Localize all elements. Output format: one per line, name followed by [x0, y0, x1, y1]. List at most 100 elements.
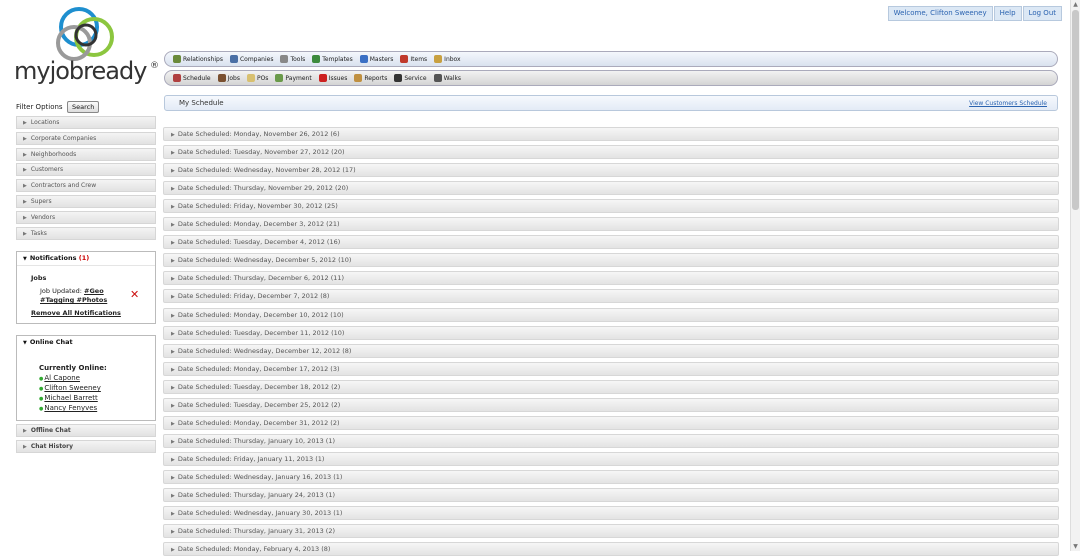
schedule-date-row[interactable]: ▶ Date Scheduled: Thursday, November 29, … [163, 181, 1059, 196]
schedule-date-label: Date Scheduled: Friday, November 30, 201… [177, 202, 338, 211]
online-user[interactable]: ●Michael Barrett [39, 394, 101, 404]
app-logo[interactable]: myjobready ® [14, 5, 164, 85]
dismiss-notification-icon[interactable]: ✕ [130, 288, 139, 301]
filter-item-corporate-companies[interactable]: ▶ Corporate Companies [16, 131, 156, 145]
schedule-date-row[interactable]: ▶ Date Scheduled: Tuesday, December 4, 20… [163, 235, 1059, 250]
schedule-date-row[interactable]: ▶ Date Scheduled: Friday, December 7, 201… [163, 289, 1059, 304]
schedule-date-row[interactable]: ▶ Date Scheduled: Monday, December 10, 20… [163, 307, 1059, 322]
schedule-date-row[interactable]: ▶ Date Scheduled: Wednesday, December 5, … [163, 253, 1059, 268]
notifications-header[interactable]: ▼ Notifications (1) [17, 252, 155, 266]
schedule-date-row[interactable]: ▶ Date Scheduled: Monday, December 3, 201… [163, 217, 1059, 232]
online-chat-header[interactable]: ▼ Online Chat [17, 336, 155, 349]
nav-pos[interactable]: POs [246, 74, 268, 82]
search-button[interactable]: Search [67, 101, 100, 113]
filter-item-vendors[interactable]: ▶ Vendors [16, 210, 156, 224]
schedule-date-label: Date Scheduled: Tuesday, November 27, 20… [177, 148, 345, 157]
expand-triangle-icon: ▶ [23, 151, 27, 158]
filter-item-contractors-and-crew[interactable]: ▶ Contractors and Crew [16, 179, 156, 193]
filter-item-tasks[interactable]: ▶ Tasks [16, 226, 156, 240]
my-schedule-header: My Schedule View Customers Schedule [164, 95, 1058, 111]
schedule-date-row[interactable]: ▶ Date Scheduled: Monday, December 17, 20… [163, 361, 1059, 376]
notification-item[interactable]: Job Updated: #Geo #Tagging #Photos [40, 287, 107, 305]
schedule-date-row[interactable]: ▶ Date Scheduled: Friday, November 30, 20… [163, 199, 1059, 214]
schedule-date-row[interactable]: ▶ Date Scheduled: Wednesday, January 30, … [163, 506, 1059, 521]
nav-relationships[interactable]: Relationships [173, 55, 223, 63]
notification-tags[interactable]: #Tagging #Photos [40, 296, 107, 304]
schedule-date-row[interactable]: ▶ Date Scheduled: Wednesday, January 16, … [163, 469, 1059, 484]
expand-triangle-icon: ▶ [171, 240, 175, 247]
schedule-date-row[interactable]: ▶ Date Scheduled: Tuesday, December 25, 2… [163, 397, 1059, 412]
schedule-date-row[interactable]: ▶ Date Scheduled: Wednesday, December 12,… [163, 343, 1059, 358]
schedule-date-label: Date Scheduled: Wednesday, November 28, … [177, 166, 356, 175]
schedule-date-row[interactable]: ▶ Date Scheduled: Friday, January 11, 201… [163, 451, 1059, 466]
schedule-date-label: Date Scheduled: Friday, December 7, 2012… [177, 292, 330, 301]
schedule-date-row[interactable]: ▶ Date Scheduled: Wednesday, November 28,… [163, 163, 1059, 178]
nav-walks[interactable]: Walks [433, 74, 461, 82]
notification-tag-geo[interactable]: #Geo [84, 287, 104, 295]
scroll-down-icon[interactable]: ▼ [1072, 543, 1079, 550]
filter-item-neighborhoods[interactable]: ▶ Neighborhoods [16, 147, 156, 161]
masters-icon [359, 55, 368, 63]
tools-icon [280, 55, 289, 63]
notifications-panel: ▼ Notifications (1) Jobs Job Updated: #Ge… [16, 251, 156, 324]
filter-item-customers[interactable]: ▶ Customers [16, 163, 156, 177]
nav-issues[interactable]: Issues [318, 74, 347, 82]
schedule-date-row[interactable]: ▶ Date Scheduled: Thursday, January 31, 2… [163, 524, 1059, 539]
filter-item-label: Locations [30, 119, 60, 126]
welcome-user[interactable]: Welcome, Clifton Sweeney [887, 6, 993, 21]
expand-triangle-icon: ▶ [171, 150, 175, 157]
schedule-date-row[interactable]: ▶ Date Scheduled: Monday, November 26, 20… [163, 127, 1059, 141]
nav-companies[interactable]: Companies [229, 55, 273, 63]
schedule-date-row[interactable]: ▶ Date Scheduled: Thursday, December 6, 2… [163, 271, 1059, 286]
online-user[interactable]: ●Clifton Sweeney [39, 384, 101, 394]
schedule-date-row[interactable]: ▶ Date Scheduled: Tuesday, December 11, 2… [163, 325, 1059, 340]
offline-chat-item[interactable]: ▶ Offline Chat [16, 424, 156, 437]
logout-link[interactable]: Log Out [1022, 6, 1062, 21]
online-user[interactable]: ●Nancy Fenyves [39, 404, 101, 414]
scroll-up-icon[interactable]: ▲ [1072, 1, 1079, 8]
expand-triangle-icon: ▶ [171, 384, 175, 391]
schedule-date-label: Date Scheduled: Thursday, December 6, 20… [177, 274, 345, 283]
filter-item-locations[interactable]: ▶ Locations [16, 116, 156, 129]
nav-items[interactable]: Items [400, 55, 427, 63]
expand-triangle-icon: ▶ [23, 167, 27, 174]
expand-triangle-icon: ▶ [171, 474, 175, 481]
nav-tools[interactable]: Tools [280, 55, 305, 63]
schedule-date-label: Date Scheduled: Tuesday, December 18, 20… [177, 382, 341, 391]
remove-all-notifications-link[interactable]: Remove All Notifications [31, 309, 121, 317]
online-chat-panel: ▼ Online Chat Currently Online: ●Al Capon… [16, 335, 156, 421]
nav-reports[interactable]: Reports [354, 74, 387, 82]
schedule-date-row[interactable]: ▶ Date Scheduled: Thursday, January 24, 2… [163, 488, 1059, 502]
expand-triangle-icon: ▶ [23, 199, 27, 205]
help-link[interactable]: Help [993, 6, 1022, 21]
scrollbar-thumb[interactable] [1072, 10, 1079, 210]
jobs-icon [217, 74, 226, 82]
nav-jobs[interactable]: Jobs [217, 74, 240, 82]
schedule-date-label: Date Scheduled: Tuesday, December 4, 201… [177, 238, 341, 247]
vertical-scrollbar[interactable]: ▲ ▼ [1070, 0, 1080, 551]
filter-item-supers[interactable]: ▶ Supers [16, 195, 156, 208]
schedule-date-row[interactable]: ▶ Date Scheduled: Monday, December 31, 20… [163, 415, 1059, 430]
schedule-date-row[interactable]: ▶ Date Scheduled: Monday, February 4, 201… [163, 542, 1059, 557]
schedule-date-label: Date Scheduled: Monday, November 26, 201… [177, 130, 340, 138]
nav-templates[interactable]: Templates [312, 55, 353, 63]
chat-history-item[interactable]: ▶ Chat History [16, 440, 156, 453]
schedule-date-row[interactable]: ▶ Date Scheduled: Thursday, January 10, 2… [163, 433, 1059, 448]
nav-payment[interactable]: Payment [275, 74, 312, 82]
expand-triangle-icon: ▶ [171, 132, 175, 138]
schedule-date-label: Date Scheduled: Monday, December 3, 2012… [177, 220, 340, 229]
view-customers-schedule-link[interactable]: View Customers Schedule [969, 100, 1047, 107]
nav-label: Inbox [444, 55, 461, 63]
nav-masters[interactable]: Masters [359, 55, 394, 63]
schedule-date-row[interactable]: ▶ Date Scheduled: Tuesday, December 18, 2… [163, 379, 1059, 394]
expand-triangle-icon: ▶ [171, 312, 175, 319]
schedule-date-row[interactable]: ▶ Date Scheduled: Tuesday, November 27, 2… [163, 145, 1059, 160]
expand-triangle-icon: ▶ [171, 402, 175, 409]
nav-schedule[interactable]: Schedule [173, 74, 211, 82]
nav-service[interactable]: Service [394, 74, 427, 82]
nav-inbox[interactable]: Inbox [434, 55, 461, 63]
online-user[interactable]: ●Al Capone [39, 374, 101, 384]
online-user-name: Clifton Sweeney [44, 384, 101, 392]
nav-label: Masters [369, 55, 394, 63]
expand-triangle-icon: ▶ [171, 547, 175, 554]
